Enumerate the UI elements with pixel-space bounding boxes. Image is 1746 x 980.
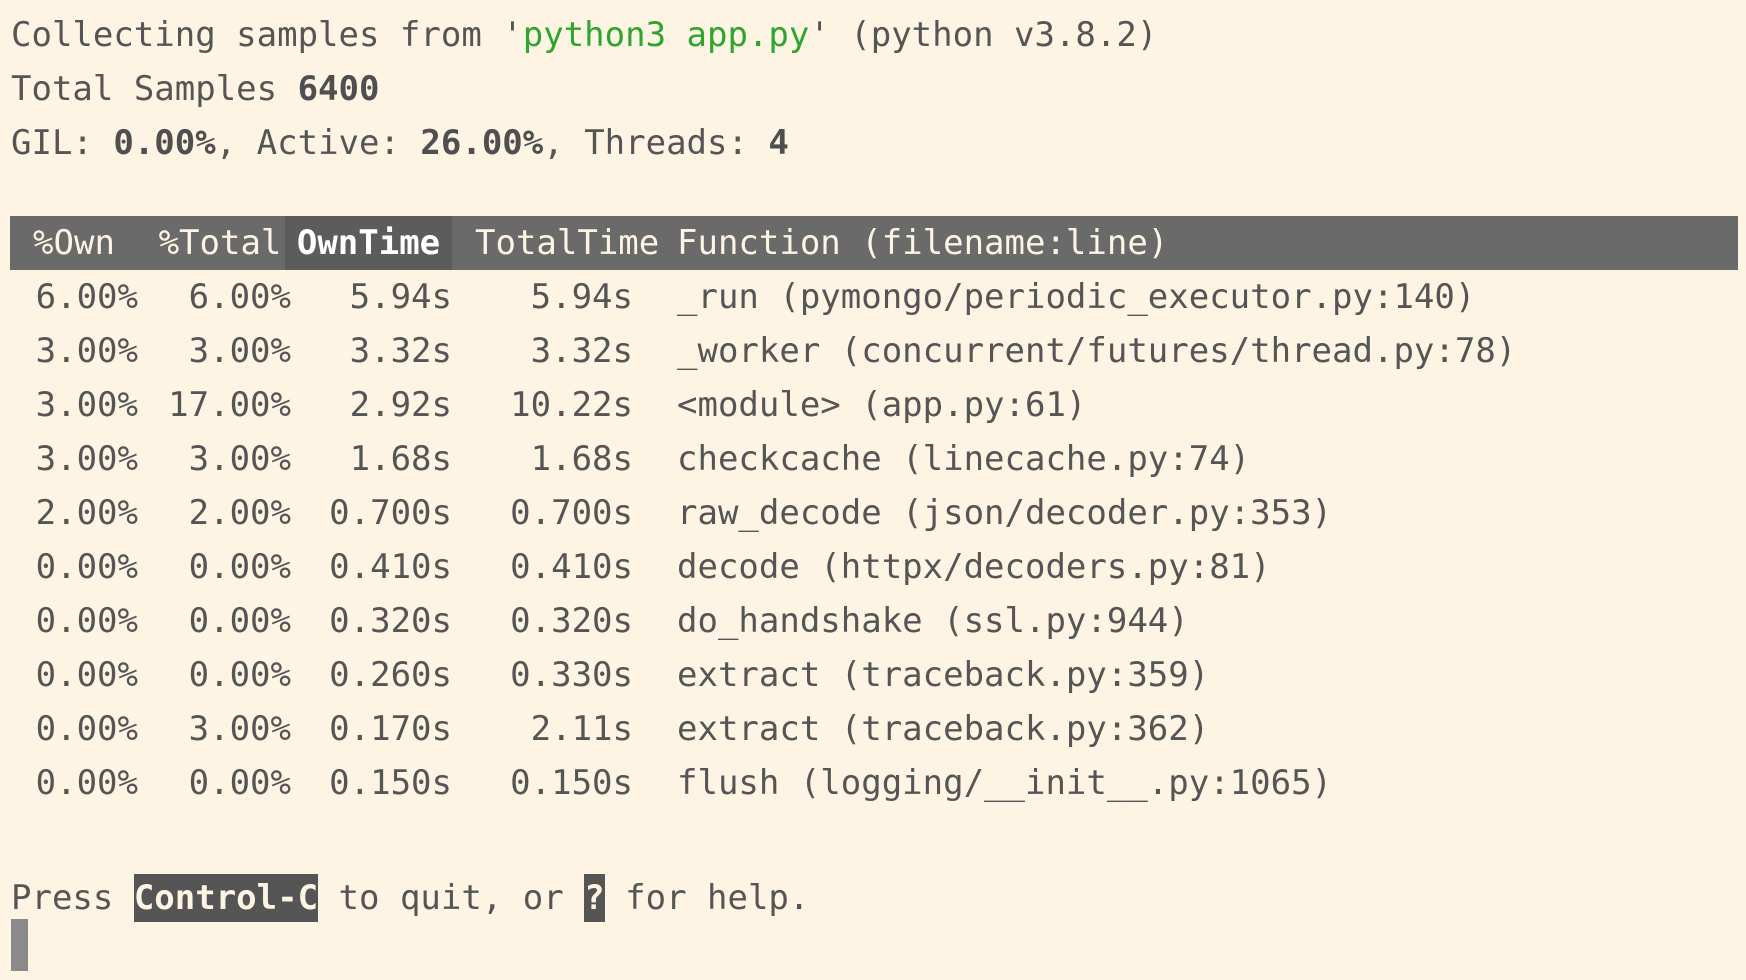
help-footer: Press Control-C to quit, or ? for help. bbox=[11, 871, 809, 925]
cell-total-time: 0.150s bbox=[510, 763, 633, 803]
cell-own-time: 0.700s bbox=[329, 493, 452, 533]
cell-own: 3.00% bbox=[35, 385, 138, 425]
cell-total: 0.00% bbox=[188, 763, 291, 803]
cell-own: 0.00% bbox=[35, 655, 138, 695]
table-row: 3.00% 17.00% 2.92s 10.22s <module> (app.… bbox=[10, 378, 1738, 432]
cell-total: 6.00% bbox=[188, 277, 291, 317]
cell-total-time: 0.320s bbox=[510, 601, 633, 641]
cell-own: 3.00% bbox=[35, 439, 138, 479]
table-row: 0.00% 3.00% 0.170s 2.11s extract (traceb… bbox=[10, 702, 1738, 756]
cell-own: 0.00% bbox=[35, 547, 138, 587]
table-row: 3.00% 3.00% 3.32s 3.32s _worker (concurr… bbox=[10, 324, 1738, 378]
cell-total: 17.00% bbox=[168, 385, 291, 425]
cell-function: flush (logging/__init__.py:1065) bbox=[677, 763, 1333, 803]
cell-own-time: 0.260s bbox=[329, 655, 452, 695]
quit-text: to quit, or bbox=[318, 878, 585, 918]
column-header-total-time[interactable]: TotalTime bbox=[475, 216, 659, 270]
help-text: for help. bbox=[604, 878, 810, 918]
cell-total: 3.00% bbox=[188, 709, 291, 749]
column-header-total[interactable]: %Total bbox=[145, 216, 295, 270]
cell-total-time: 0.700s bbox=[510, 493, 633, 533]
collecting-line: Collecting samples from 'python3 app.py'… bbox=[11, 8, 1157, 62]
cell-total-time: 10.22s bbox=[510, 385, 633, 425]
gil-value: 0.00% bbox=[113, 123, 216, 163]
cell-total-time: 2.11s bbox=[530, 709, 633, 749]
cell-own-time: 0.150s bbox=[329, 763, 452, 803]
total-samples-value: 6400 bbox=[297, 69, 380, 109]
table-row: 2.00% 2.00% 0.700s 0.700s raw_decode (js… bbox=[10, 486, 1738, 540]
cell-own: 0.00% bbox=[35, 601, 138, 641]
cell-own: 6.00% bbox=[35, 277, 138, 317]
cell-total: 0.00% bbox=[188, 547, 291, 587]
cell-total: 2.00% bbox=[188, 493, 291, 533]
cell-own: 3.00% bbox=[35, 331, 138, 371]
cell-total-time: 5.94s bbox=[530, 277, 633, 317]
cell-own-time: 0.170s bbox=[329, 709, 452, 749]
cell-total-time: 0.410s bbox=[510, 547, 633, 587]
cell-function: <module> (app.py:61) bbox=[677, 385, 1087, 425]
cell-own: 0.00% bbox=[35, 709, 138, 749]
cell-function: raw_decode (json/decoder.py:353) bbox=[677, 493, 1333, 533]
active-label: , Active: bbox=[215, 123, 421, 163]
threads-label: , Threads: bbox=[543, 123, 769, 163]
collecting-prefix: Collecting samples from ' bbox=[11, 15, 523, 55]
cell-function: decode (httpx/decoders.py:81) bbox=[677, 547, 1271, 587]
cell-own-time: 1.68s bbox=[349, 439, 452, 479]
active-value: 26.00% bbox=[420, 123, 544, 163]
cell-own-time: 0.410s bbox=[329, 547, 452, 587]
cell-function: _run (pymongo/periodic_executor.py:140) bbox=[677, 277, 1476, 317]
quit-key[interactable]: Control-C bbox=[133, 874, 319, 922]
column-header-own-time[interactable]: OwnTime bbox=[285, 216, 452, 270]
table-row: 6.00% 6.00% 5.94s 5.94s _run (pymongo/pe… bbox=[10, 270, 1738, 324]
cell-own-time: 0.320s bbox=[329, 601, 452, 641]
cell-function: _worker (concurrent/futures/thread.py:78… bbox=[677, 331, 1517, 371]
profile-table: %Own %Total OwnTime TotalTime Function (… bbox=[10, 216, 1738, 810]
stats-line: GIL: 0.00%, Active: 26.00%, Threads: 4 bbox=[11, 116, 789, 170]
table-row: 0.00% 0.00% 0.410s 0.410s decode (httpx/… bbox=[10, 540, 1738, 594]
collecting-suffix: ' (python v3.8.2) bbox=[809, 15, 1158, 55]
cell-total: 3.00% bbox=[188, 331, 291, 371]
table-row: 0.00% 0.00% 0.150s 0.150s flush (logging… bbox=[10, 756, 1738, 810]
cell-function: extract (traceback.py:362) bbox=[677, 709, 1210, 749]
threads-value: 4 bbox=[768, 123, 789, 163]
press-text: Press bbox=[11, 878, 134, 918]
cell-own-time: 3.32s bbox=[349, 331, 452, 371]
cell-function: checkcache (linecache.py:74) bbox=[677, 439, 1251, 479]
help-key[interactable]: ? bbox=[584, 874, 605, 922]
cell-own: 0.00% bbox=[35, 763, 138, 803]
cell-total-time: 3.32s bbox=[530, 331, 633, 371]
table-row: 0.00% 0.00% 0.320s 0.320s do_handshake (… bbox=[10, 594, 1738, 648]
total-samples-line: Total Samples 6400 bbox=[11, 62, 379, 116]
table-row: 3.00% 3.00% 1.68s 1.68s checkcache (line… bbox=[10, 432, 1738, 486]
cell-function: do_handshake (ssl.py:944) bbox=[677, 601, 1189, 641]
cell-total-time: 0.330s bbox=[510, 655, 633, 695]
cell-total: 3.00% bbox=[188, 439, 291, 479]
terminal-cursor bbox=[11, 919, 28, 971]
cell-function: extract (traceback.py:359) bbox=[677, 655, 1210, 695]
cell-total: 0.00% bbox=[188, 655, 291, 695]
command-text: python3 app.py bbox=[522, 15, 810, 55]
cell-own: 2.00% bbox=[35, 493, 138, 533]
cell-total: 0.00% bbox=[188, 601, 291, 641]
cell-own-time: 5.94s bbox=[349, 277, 452, 317]
terminal-window[interactable]: Collecting samples from 'python3 app.py'… bbox=[0, 0, 1746, 980]
column-header-function[interactable]: Function (filename:line) bbox=[677, 216, 1168, 270]
gil-label: GIL: bbox=[11, 123, 114, 163]
cell-total-time: 1.68s bbox=[530, 439, 633, 479]
table-row: 0.00% 0.00% 0.260s 0.330s extract (trace… bbox=[10, 648, 1738, 702]
table-header: %Own %Total OwnTime TotalTime Function (… bbox=[10, 216, 1738, 270]
column-header-own[interactable]: %Own bbox=[20, 216, 128, 270]
cell-own-time: 2.92s bbox=[349, 385, 452, 425]
total-samples-label: Total Samples bbox=[11, 69, 298, 109]
